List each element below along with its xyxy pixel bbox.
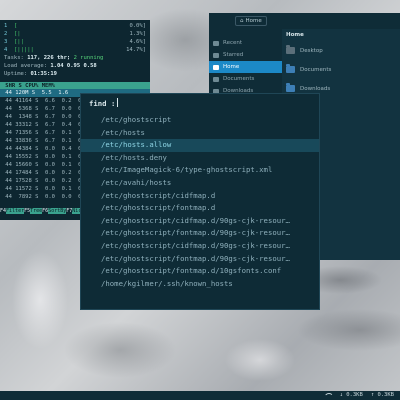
sidebar-item-label: Recent — [223, 40, 243, 46]
location-title: Home — [286, 32, 304, 38]
find-result-item[interactable]: /etc/ImageMagick-6/type-ghostscript.xml — [101, 164, 319, 177]
text-cursor — [117, 98, 119, 107]
wifi-icon[interactable] — [324, 393, 332, 399]
sidebar-item-recent[interactable]: Recent — [209, 37, 282, 49]
cpu-meter-percent: 0.0%] — [129, 23, 146, 29]
find-launcher-popup[interactable]: find : /etc/ghostscript/etc/hosts/etc/ho… — [80, 93, 320, 310]
cpu-meter-bar: [|| — [14, 39, 24, 45]
net-down-indicator: ↓ 0.3KB — [339, 392, 363, 398]
find-result-item[interactable]: /etc/ghostscript/cidfmap.d/90gs-cjk-reso… — [101, 215, 319, 228]
threads-count: 226 thr; — [43, 55, 71, 61]
load-average-values: 1.04 0.95 0.58 — [50, 63, 97, 69]
file-item-label: Documents — [300, 66, 332, 73]
find-result-item[interactable]: /etc/avahi/hosts — [101, 177, 319, 190]
folder-icon — [286, 64, 295, 73]
status-bar: ↓ 0.3KB ↑ 0.3KB — [0, 391, 400, 400]
file-list: Desktop Documents Downloads — [284, 41, 400, 98]
folder-icon — [286, 45, 295, 54]
uptime-line: Uptime: 01:35:19 — [4, 70, 146, 78]
find-prompt-label: find : — [89, 99, 116, 108]
cpu-meter-number: 2 — [4, 31, 8, 37]
function-key-action[interactable]: Tree — [30, 208, 43, 214]
function-key-action[interactable]: SortBy — [48, 208, 67, 214]
find-result-item[interactable]: /etc/ghostscript/cidfmap.d/90gs-cjk-reso… — [101, 240, 319, 253]
find-result-item[interactable]: /etc/ghostscript/fontmap.d/10gsfonts.con… — [101, 265, 319, 278]
sidebar-item-label: Documents — [223, 76, 255, 82]
sidebar-item-home[interactable]: Home — [209, 61, 282, 73]
find-result-item[interactable]: /etc/ghostscript/fontmap.d/90gs-cjk-reso… — [101, 227, 319, 240]
cpu-meter-2: 2 [| 1.3%] — [4, 30, 146, 38]
file-item-documents[interactable]: Documents — [284, 60, 400, 79]
process-table-header[interactable]: SHR S CPU% MEM% — [0, 82, 150, 89]
folder-icon — [213, 40, 219, 46]
find-result-item[interactable]: /etc/ghostscript/fontmap.d — [101, 202, 319, 215]
uptime-value: 01:35:19 — [30, 71, 58, 77]
cpu-meter-4: 4 [||||| 14.7%] — [4, 46, 146, 54]
folder-icon — [213, 64, 219, 70]
cpu-meter-bar: [||||| — [14, 47, 34, 53]
cpu-meter-number: 3 — [4, 39, 8, 45]
sidebar-item-label: Home — [223, 64, 240, 70]
load-average-label: Load average: — [4, 63, 48, 69]
function-key-action[interactable]: Filter — [6, 208, 25, 214]
find-result-item[interactable]: /etc/hosts.allow — [81, 139, 319, 152]
cpu-meter-percent: 1.3%] — [129, 31, 146, 37]
cpu-meter-bar: [| — [14, 31, 21, 37]
find-result-item[interactable]: /etc/ghostscript — [101, 114, 319, 127]
file-item-label: Desktop — [300, 47, 323, 54]
cpu-meter-number: 4 — [4, 47, 8, 53]
sidebar-item-label: Starred — [223, 52, 244, 58]
folder-icon — [213, 76, 219, 82]
uptime-label: Uptime: — [4, 71, 28, 77]
cpu-meters: 1 [ 0.0%] 2 [| 1.3%] 3 [|| 4.6%] 4 [||||… — [0, 20, 150, 78]
find-result-item[interactable]: /etc/hosts — [101, 127, 319, 140]
cpu-meter-bar: [ — [14, 23, 18, 29]
cpu-meter-percent: 14.7%] — [126, 47, 146, 53]
home-icon: ⌂ — [240, 18, 244, 24]
net-down-value: 0.3KB — [346, 392, 363, 398]
cpu-meter-1: 1 [ 0.0%] — [4, 22, 146, 30]
load-average-line: Load average: 1.04 0.95 0.58 — [4, 62, 146, 70]
file-item-label: Downloads — [300, 85, 331, 92]
find-result-item[interactable]: /etc/hosts.deny — [101, 152, 319, 165]
find-prompt[interactable]: find : — [81, 94, 319, 114]
find-result-item[interactable]: /etc/ghostscript/fontmap.d/90gs-cjk-reso… — [101, 253, 319, 266]
breadcrumb[interactable]: ⌂ Home — [235, 16, 267, 26]
cpu-meter-percent: 4.6%] — [129, 39, 146, 45]
tasks-label: Tasks: — [4, 55, 24, 61]
find-result-item[interactable]: /home/kgilmer/.ssh/known_hosts — [101, 278, 319, 291]
file-manager-titlebar: ⌂ Home — [209, 13, 400, 29]
folder-icon — [213, 52, 219, 58]
find-result-item[interactable]: /etc/ghostscript/cidfmap.d — [101, 190, 319, 203]
cpu-meter-3: 3 [|| 4.6%] — [4, 38, 146, 46]
breadcrumb-label: Home — [245, 18, 262, 24]
folder-icon — [286, 83, 295, 92]
cpu-meter-number: 1 — [4, 23, 8, 29]
tasks-line: Tasks: 117, 226 thr; 2 running — [4, 54, 146, 62]
net-up-value: 0.3KB — [377, 392, 394, 398]
net-up-indicator: ↑ 0.3KB — [370, 392, 394, 398]
tasks-count: 117, — [27, 55, 41, 61]
sidebar-item-documents[interactable]: Documents — [209, 73, 282, 85]
sidebar-item-starred[interactable]: Starred — [209, 49, 282, 61]
file-item-desktop[interactable]: Desktop — [284, 41, 400, 60]
find-results-list: /etc/ghostscript/etc/hosts/etc/hosts.all… — [81, 114, 319, 290]
running-count: 2 running — [73, 55, 104, 61]
